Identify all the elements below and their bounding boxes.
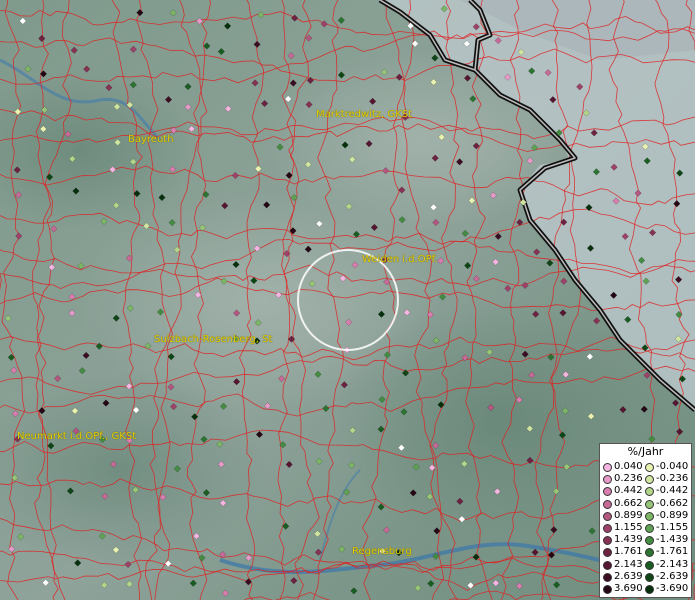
legend-swatch-positive — [603, 463, 612, 472]
selection-circle[interactable] — [297, 249, 399, 351]
legend-value-negative: -0.040 — [656, 461, 689, 472]
legend-swatch-positive — [603, 585, 612, 594]
legend-value-negative: -0.236 — [656, 473, 689, 485]
legend-value-positive: 1.439 — [614, 534, 643, 546]
legend-title: %/Jahr — [627, 445, 664, 458]
legend-value-positive: 0.662 — [614, 497, 643, 509]
legend-value-negative: -0.442 — [656, 485, 689, 497]
legend-swatch-positive — [603, 499, 612, 509]
map-view[interactable]: Bayreuth Marktredwitz, GKSt Weiden i.d.O… — [0, 0, 695, 600]
legend-value-positive: 1.761 — [614, 546, 643, 558]
legend-swatch-negative — [645, 487, 654, 497]
legend-value-negative: -1.761 — [656, 546, 689, 558]
legend-value-positive: 2.143 — [614, 558, 643, 570]
legend-swatch-negative — [645, 585, 654, 594]
legend-swatch-positive — [603, 511, 612, 521]
legend-value-negative: -2.143 — [656, 558, 689, 570]
legend-value-negative: -1.155 — [656, 522, 689, 533]
legend: %/Jahr 0.040 -0.040 0.236 -0.236 0.442 -0.442… — [599, 443, 692, 598]
legend-swatch-positive — [603, 560, 612, 570]
legend-value-positive: 0.899 — [614, 509, 643, 521]
legend-swatch-negative — [645, 475, 654, 485]
legend-swatch-negative — [645, 499, 654, 509]
selection-layer — [297, 249, 399, 351]
legend-swatch-positive — [603, 536, 612, 546]
legend-swatch-positive — [603, 548, 612, 558]
legend-value-negative: -1.439 — [656, 534, 689, 546]
legend-swatch-positive — [603, 475, 612, 485]
city-label-regensburg[interactable]: Regensburg — [352, 546, 412, 557]
legend-value-positive: 1.155 — [614, 522, 643, 533]
legend-swatch-positive — [603, 487, 612, 497]
legend-value-positive: 0.040 — [614, 461, 643, 472]
legend-swatch-negative — [645, 548, 654, 558]
legend-value-positive: 0.442 — [614, 485, 643, 497]
legend-value-negative: -2.639 — [656, 570, 689, 582]
city-label-neumarkt[interactable]: Neumarkt i.d.OPf., GKSt — [17, 431, 136, 442]
legend-value-positive: 3.690 — [614, 583, 643, 594]
legend-swatch-negative — [645, 463, 654, 472]
city-label-weiden[interactable]: Weiden i.d.OPf. — [362, 254, 438, 265]
legend-swatch-negative — [645, 511, 654, 521]
city-label-marktredwitz[interactable]: Marktredwitz, GKSt — [316, 109, 412, 120]
city-label-bayreuth[interactable]: Bayreuth — [128, 134, 174, 145]
legend-value-negative: -3.690 — [656, 583, 689, 594]
legend-swatch-negative — [645, 536, 654, 546]
legend-swatch-negative — [645, 572, 654, 582]
city-label-sulzbach-rosenberg[interactable]: Sulzbach-Rosenberg, St — [154, 334, 272, 345]
legend-swatch-positive — [603, 572, 612, 582]
legend-value-positive: 2.639 — [614, 570, 643, 582]
legend-value-negative: -0.899 — [656, 509, 689, 521]
legend-swatch-negative — [645, 560, 654, 570]
legend-swatch-negative — [645, 524, 654, 533]
legend-value-positive: 0.236 — [614, 473, 643, 485]
legend-value-negative: -0.662 — [656, 497, 689, 509]
legend-swatch-positive — [603, 524, 612, 533]
